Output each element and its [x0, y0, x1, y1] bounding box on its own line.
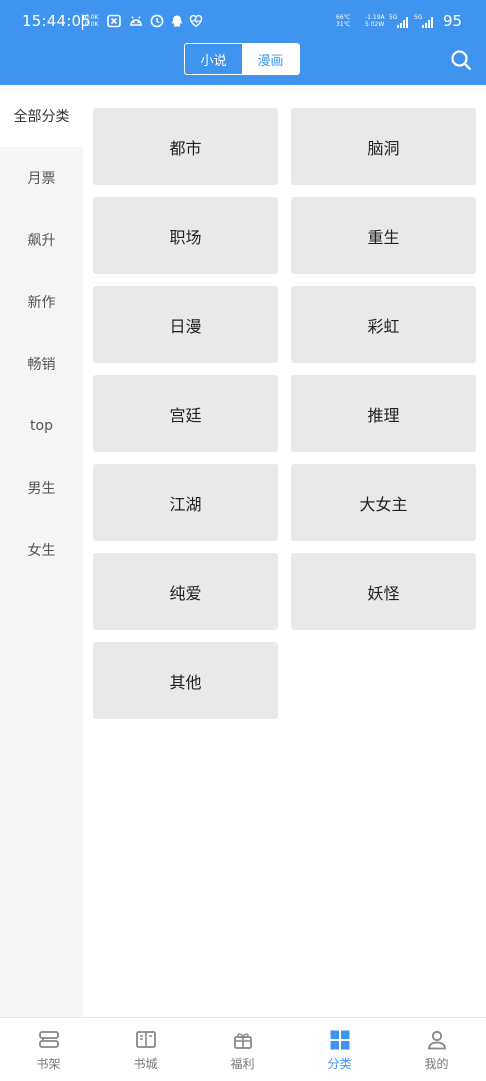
qq-icon: [170, 14, 184, 28]
clock-icon: [150, 14, 164, 28]
nav-bookshelf[interactable]: 书架: [0, 1018, 97, 1081]
nav-bookstore-label: 书城: [133, 1057, 158, 1071]
sidebar-item-female[interactable]: 女生: [0, 519, 83, 581]
nav-welfare-label: 福利: [230, 1057, 255, 1071]
close-box-icon: [107, 14, 121, 28]
nav-welfare[interactable]: 福利: [194, 1018, 291, 1081]
category-tile[interactable]: 其他: [93, 642, 278, 719]
heart-rate-icon: [189, 14, 203, 28]
temp-1: 66℃: [336, 14, 351, 21]
gift-icon: [232, 1029, 254, 1051]
sidebar-item-all[interactable]: 全部分类: [0, 85, 83, 147]
category-tile[interactable]: 妖怪: [291, 553, 476, 630]
category-tile[interactable]: 脑洞: [291, 108, 476, 185]
tab-comic[interactable]: 漫画: [242, 44, 299, 74]
grid-icon: [329, 1029, 351, 1051]
android-icon: [129, 14, 143, 28]
bookshelf-icon: [38, 1029, 60, 1051]
app-header: 15:44:05 | 0.0K 0.0K 66℃ 31℃ -1.19A 5.02…: [0, 0, 486, 85]
net-speed: 0.0K 0.0K: [85, 14, 98, 28]
nav-category-label: 分类: [327, 1057, 352, 1071]
temp-2: 31℃: [336, 21, 351, 28]
content-type-switch: 小说 漫画: [184, 43, 300, 75]
category-tile[interactable]: 江湖: [93, 464, 278, 541]
power-watts: 5.02W: [365, 21, 385, 28]
category-tile[interactable]: 彩虹: [291, 286, 476, 363]
category-grid: 都市 脑洞 职场 重生 日漫 彩虹 宫廷 推理 江湖 大女主 纯爱 妖怪 其他: [83, 85, 486, 1017]
device-temperature: 66℃ 31℃: [336, 14, 350, 28]
sidebar-item-top[interactable]: top: [0, 395, 83, 457]
category-filter-sidebar: 全部分类 月票 飙升 新作 畅销 top 男生 女生: [0, 85, 83, 1017]
search-icon[interactable]: [450, 49, 472, 71]
category-tile[interactable]: 宫廷: [93, 375, 278, 452]
book-open-icon: [135, 1029, 157, 1051]
sidebar-item-bestselling[interactable]: 畅销: [0, 333, 83, 395]
nav-profile-label: 我的: [424, 1057, 449, 1071]
nav-category[interactable]: 分类: [291, 1018, 388, 1081]
category-tile[interactable]: 重生: [291, 197, 476, 274]
category-tile[interactable]: 日漫: [93, 286, 278, 363]
bottom-navigation: 书架 书城 福利 分类 我的: [0, 1017, 486, 1081]
nav-bookstore[interactable]: 书城: [97, 1018, 194, 1081]
user-icon: [426, 1029, 448, 1051]
battery-level: 95: [443, 12, 463, 30]
net-speed-up: 0.0K: [85, 14, 99, 21]
tab-novel[interactable]: 小说: [185, 44, 242, 74]
category-tile[interactable]: 都市: [93, 108, 278, 185]
sidebar-item-male[interactable]: 男生: [0, 457, 83, 519]
signal-bars-icon: [422, 16, 433, 28]
net-speed-down: 0.0K: [85, 21, 99, 28]
category-tile[interactable]: 推理: [291, 375, 476, 452]
power-readout: -1.19A 5.02W: [365, 14, 385, 28]
category-tile[interactable]: 大女主: [291, 464, 476, 541]
sidebar-item-monthly-ticket[interactable]: 月票: [0, 147, 83, 209]
category-tile[interactable]: 职场: [93, 197, 278, 274]
power-current: -1.19A: [365, 14, 385, 21]
signal-bars-icon: [397, 16, 408, 28]
category-tile[interactable]: 纯爱: [93, 553, 278, 630]
status-bar: 15:44:05 | 0.0K 0.0K 66℃ 31℃ -1.19A 5.02…: [0, 0, 486, 42]
sidebar-item-new[interactable]: 新作: [0, 271, 83, 333]
nav-profile[interactable]: 我的: [388, 1018, 485, 1081]
sidebar-item-rising[interactable]: 飙升: [0, 209, 83, 271]
nav-bookshelf-label: 书架: [36, 1057, 61, 1071]
